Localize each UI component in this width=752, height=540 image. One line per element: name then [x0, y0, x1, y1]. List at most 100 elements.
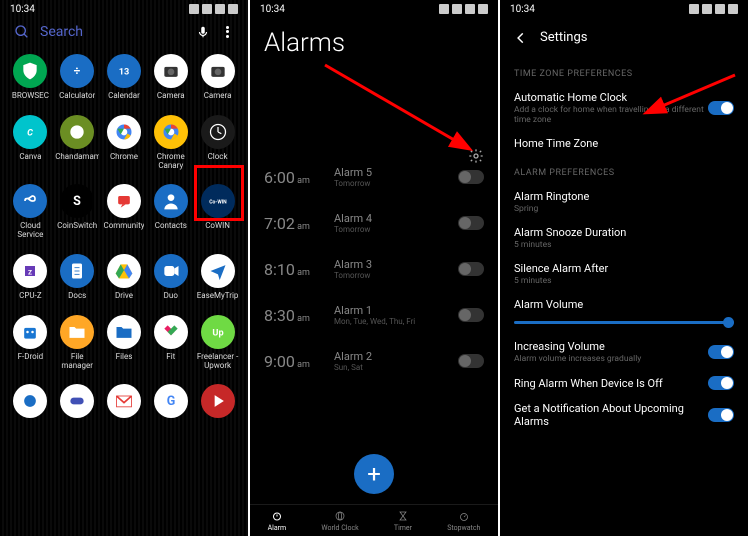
- toggle-increasing-volume[interactable]: [708, 345, 734, 359]
- app-icon: [60, 384, 94, 418]
- setting-auto-home-clock[interactable]: Automatic Home Clock Add a clock for hom…: [500, 85, 748, 131]
- app-icon: [201, 254, 235, 288]
- app-icon: ÷: [60, 54, 94, 88]
- alarm-toggle[interactable]: [458, 262, 484, 276]
- alarm-row[interactable]: 9:00 amAlarm 2Sun, Sat: [264, 338, 484, 384]
- toggle-notification[interactable]: [708, 408, 734, 422]
- app-unknown[interactable]: G: [148, 384, 193, 422]
- app-icon: Up: [201, 315, 235, 349]
- app-label: CoinSwitch: [57, 222, 97, 231]
- alarm-volume-slider[interactable]: [500, 317, 748, 334]
- app-label: F-Droid: [18, 353, 44, 362]
- settings-header: Settings: [500, 18, 748, 57]
- add-alarm-button[interactable]: +: [354, 454, 394, 494]
- app-cowin[interactable]: Co-WIN CoWIN: [195, 184, 240, 240]
- app-label: Calculator: [59, 92, 95, 101]
- app-label: File manager: [55, 353, 99, 371]
- app-label: Clock: [208, 153, 228, 162]
- app-unknown[interactable]: [102, 384, 147, 422]
- app-unknown[interactable]: [55, 384, 100, 422]
- setting-home-time-zone[interactable]: Home Time Zone: [500, 131, 748, 156]
- app-icon: [201, 54, 235, 88]
- alarm-row[interactable]: 8:10 amAlarm 3Tomorrow: [264, 246, 484, 292]
- app-file-manager[interactable]: File manager: [55, 315, 100, 371]
- app-clock[interactable]: Clock: [195, 115, 240, 171]
- setting-notification[interactable]: Get a Notification About Upcoming Alarms: [500, 396, 748, 434]
- app-camera[interactable]: Camera: [195, 54, 240, 101]
- app-f-droid[interactable]: F-Droid: [8, 315, 53, 371]
- nav-world-clock[interactable]: World Clock: [321, 510, 358, 532]
- app-coinswitch[interactable]: SCoinSwitch: [55, 184, 100, 240]
- alarm-toggle[interactable]: [458, 216, 484, 230]
- app-calendar[interactable]: 13Calendar: [102, 54, 147, 101]
- alarm-name: Alarm 1: [334, 304, 458, 317]
- settings-gear-icon[interactable]: [468, 148, 484, 164]
- app-icon: [13, 384, 47, 418]
- alarm-days: Tomorrow: [334, 271, 458, 280]
- setting-silence[interactable]: Silence Alarm After 5 minutes: [500, 256, 748, 292]
- app-chandamama[interactable]: Chandamama: [55, 115, 100, 171]
- app-icon: G: [154, 384, 188, 418]
- app-contacts[interactable]: Contacts: [148, 184, 193, 240]
- app-cloud-service[interactable]: Cloud Service: [8, 184, 53, 240]
- app-duo[interactable]: Duo: [148, 254, 193, 301]
- app-icon: Co-WIN: [201, 184, 235, 218]
- app-docs[interactable]: Docs: [55, 254, 100, 301]
- status-icons: [189, 4, 238, 14]
- alarm-row[interactable]: 8:30 amAlarm 1Mon, Tue, Wed, Thu, Fri: [264, 292, 484, 338]
- search-placeholder: Search: [40, 24, 186, 40]
- stopwatch-icon: [458, 510, 470, 522]
- app-calculator[interactable]: ÷ Calculator: [55, 54, 100, 101]
- nav-stopwatch[interactable]: Stopwatch: [447, 510, 480, 532]
- app-unknown[interactable]: [8, 384, 53, 422]
- app-chrome-canary[interactable]: Chrome Canary: [148, 115, 193, 171]
- app-label: Cloud Service: [8, 222, 52, 240]
- alarm-row[interactable]: 6:00 amAlarm 5Tomorrow: [264, 154, 484, 200]
- alarm-icon: [271, 510, 283, 522]
- app-label: CoWIN: [205, 222, 230, 231]
- search-bar[interactable]: Search: [0, 18, 248, 50]
- menu-dots-icon[interactable]: [220, 25, 234, 39]
- svg-text:÷: ÷: [74, 64, 81, 78]
- mic-icon[interactable]: [196, 25, 210, 39]
- app-chrome[interactable]: Chrome: [102, 115, 147, 171]
- app-freelancer-upwork[interactable]: UpFreelancer - Upwork: [195, 315, 240, 371]
- alarm-name: Alarm 5: [334, 166, 458, 179]
- app-icon: [13, 54, 47, 88]
- app-files[interactable]: Files: [102, 315, 147, 371]
- app-community[interactable]: Community: [102, 184, 147, 240]
- status-icons: [439, 4, 488, 14]
- toggle-ring-device-off[interactable]: [708, 376, 734, 390]
- setting-ring-device-off[interactable]: Ring Alarm When Device Is Off: [500, 370, 748, 396]
- app-browsec[interactable]: BROWSEC: [8, 54, 53, 101]
- app-camera[interactable]: Camera: [148, 54, 193, 101]
- setting-increasing-volume[interactable]: Increasing Volume Alarm volume increases…: [500, 334, 748, 370]
- app-label: Camera: [204, 92, 232, 101]
- app-icon: [60, 315, 94, 349]
- alarm-toggle[interactable]: [458, 308, 484, 322]
- apps-grid: BROWSEC÷Calculator13CalendarCameraCamera…: [0, 50, 248, 426]
- alarm-toggle[interactable]: [458, 170, 484, 184]
- search-icon: [14, 24, 30, 40]
- app-label: Calendar: [108, 92, 140, 101]
- nav-timer[interactable]: Timer: [394, 510, 412, 532]
- status-time: 10:34: [510, 4, 535, 15]
- toggle-auto-home-clock[interactable]: [708, 101, 734, 115]
- app-unknown[interactable]: [195, 384, 240, 422]
- app-icon: [154, 315, 188, 349]
- app-icon: [154, 115, 188, 149]
- setting-snooze[interactable]: Alarm Snooze Duration 5 minutes: [500, 220, 748, 256]
- back-icon[interactable]: [514, 31, 528, 45]
- alarm-row[interactable]: 7:02 amAlarm 4Tomorrow: [264, 200, 484, 246]
- app-easemytrip[interactable]: EaseMyTrip: [195, 254, 240, 301]
- alarm-name: Alarm 2: [334, 350, 458, 363]
- app-canva[interactable]: CCanva: [8, 115, 53, 171]
- alarm-toggle[interactable]: [458, 354, 484, 368]
- nav-alarm[interactable]: Alarm: [268, 510, 287, 532]
- section-timezone: TIME ZONE PREFERENCES: [500, 57, 748, 85]
- app-drive[interactable]: Drive: [102, 254, 147, 301]
- app-cpu-z[interactable]: ZCPU-Z: [8, 254, 53, 301]
- page-title: Alarms: [250, 18, 498, 64]
- app-fit[interactable]: Fit: [148, 315, 193, 371]
- setting-ringtone[interactable]: Alarm Ringtone Spring: [500, 184, 748, 220]
